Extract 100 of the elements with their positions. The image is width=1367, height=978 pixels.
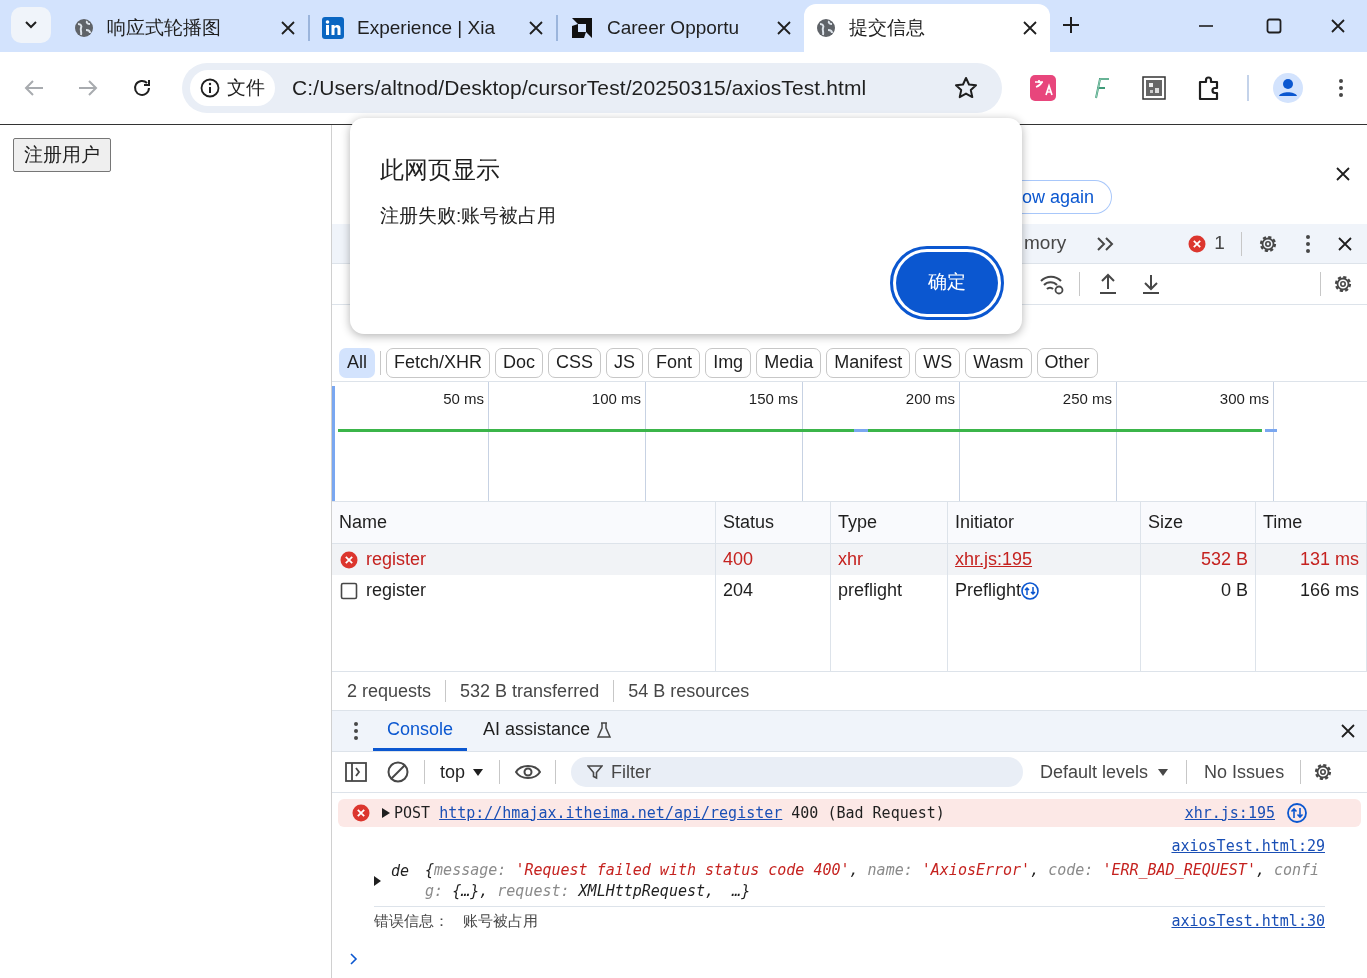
filter-chip[interactable]: Fetch/XHR: [386, 347, 491, 378]
console-prompt-icon[interactable]: [350, 952, 358, 965]
panel-tab[interactable]: mory: [1024, 229, 1067, 258]
maximize-icon[interactable]: [1266, 18, 1282, 34]
context-selector[interactable]: top: [440, 758, 484, 786]
timeline-label: 200 ms: [905, 389, 956, 406]
column-header[interactable]: Type: [831, 502, 948, 543]
tab-title: Experience | Xia: [357, 15, 496, 40]
close-icon[interactable]: [280, 20, 296, 36]
filter-chip[interactable]: CSS: [548, 347, 602, 378]
more-icon[interactable]: [1338, 78, 1344, 98]
reload-icon[interactable]: [132, 78, 152, 98]
eye-icon[interactable]: [515, 763, 542, 781]
profile-avatar-icon[interactable]: [1273, 73, 1303, 103]
table-cell-text: 532 B: [1200, 548, 1248, 571]
tab-search-button[interactable]: [11, 7, 51, 43]
site-info-button[interactable]: 文件: [190, 70, 275, 106]
table-cell-text: 400: [723, 548, 754, 571]
request-url-link[interactable]: http://hmajax.itheima.net/api/register: [439, 801, 783, 825]
filter-chip[interactable]: Media: [756, 347, 822, 378]
error-count: 1: [1214, 231, 1225, 256]
column-header[interactable]: Size: [1141, 502, 1256, 543]
object-preview: {message: 'Request failed with status code 400', name: 'AxiosError', code: 'ERR_BAD_REQUEST', config: {…}, request: XMLHttpRequest, …}: [425, 859, 1321, 902]
timeline-label: 250 ms: [1062, 389, 1113, 406]
dialog-title: 此网页显示: [380, 155, 501, 185]
table-cell-text: Preflight: [955, 579, 1022, 602]
sidebar-icon[interactable]: [345, 762, 367, 782]
column-header[interactable]: Time: [1256, 502, 1367, 543]
network-request-icon[interactable]: [1287, 803, 1307, 823]
info-icon: [200, 78, 220, 98]
issues-button[interactable]: No Issues: [1204, 758, 1285, 786]
more-icon[interactable]: [353, 721, 359, 741]
close-icon[interactable]: [528, 20, 544, 36]
filter-chip[interactable]: Font: [648, 347, 701, 378]
column-header[interactable]: Status: [716, 502, 831, 543]
error-icon: [352, 804, 370, 822]
error-icon: [340, 550, 358, 569]
browser-tab[interactable]: Career Opportu: [558, 4, 804, 52]
column-header[interactable]: Initiator: [948, 502, 1141, 543]
translate-icon[interactable]: [1030, 75, 1056, 101]
download-icon[interactable]: [1141, 273, 1161, 295]
filter-chip[interactable]: WS: [915, 347, 961, 378]
request-name[interactable]: register: [366, 546, 427, 573]
filter-icon: [587, 764, 604, 780]
error-text: 400 (Bad Request): [791, 802, 945, 824]
grid-extension-icon[interactable]: [1142, 76, 1166, 100]
new-tab-icon[interactable]: [1062, 16, 1080, 34]
filter-chip[interactable]: Img: [705, 347, 752, 378]
upload-icon[interactable]: [1098, 273, 1118, 295]
filter-field[interactable]: Filter: [571, 757, 1024, 787]
source-link[interactable]: xhr.js:195: [1184, 801, 1275, 825]
browser-tab[interactable]: Experience | Xia: [310, 4, 556, 52]
browser-tab[interactable]: 提交信息: [804, 4, 1050, 52]
more-icon[interactable]: [1304, 233, 1311, 254]
tab-title: Career Opportu: [607, 15, 740, 40]
preflight-link-icon[interactable]: [1021, 581, 1040, 600]
close-icon[interactable]: [776, 20, 792, 36]
filter-chip[interactable]: JS: [606, 347, 644, 378]
table-cell-text: xhr: [838, 548, 863, 571]
timeline-label: 300 ms: [1219, 389, 1270, 406]
request-name[interactable]: register: [366, 577, 427, 604]
filter-chip[interactable]: Wasm: [965, 347, 1032, 378]
summary-text: 54 B resources: [628, 679, 750, 703]
flask-icon: [596, 721, 613, 738]
filter-chip[interactable]: Other: [1036, 347, 1098, 378]
source-link[interactable]: axiosTest.html:29: [1171, 835, 1325, 858]
settings-icon[interactable]: [1332, 273, 1354, 295]
more-tabs-icon[interactable]: [1096, 236, 1115, 251]
clear-console-icon[interactable]: [387, 761, 409, 783]
log-levels-dropdown[interactable]: Default levels: [1040, 758, 1169, 786]
close-icon[interactable]: [1330, 18, 1346, 34]
browser-tab[interactable]: 响应式轮播图: [62, 4, 308, 52]
log-label: 错误信息：: [374, 911, 449, 933]
address-bar[interactable]: 文件 C:/Users/altnod/Desktop/cursorTest/20250315/axiosTest.html: [182, 63, 1002, 113]
drawer-tab[interactable]: AI assistance: [469, 711, 627, 751]
close-icon[interactable]: [1335, 166, 1351, 182]
tab-title: 响应式轮播图: [107, 15, 222, 40]
amd-logo-icon: [570, 16, 594, 40]
checkbox-icon: [340, 581, 358, 600]
filter-chip[interactable]: Manifest: [826, 347, 911, 378]
bookmark-star-icon[interactable]: [954, 76, 978, 100]
http-method: POST: [394, 802, 431, 824]
initiator-link[interactable]: xhr.js:195: [955, 546, 1033, 573]
close-icon[interactable]: [1340, 723, 1356, 739]
summary-text: 2 requests: [347, 679, 432, 703]
filter-chip[interactable]: Doc: [495, 347, 544, 378]
filter-chip[interactable]: All: [339, 347, 375, 378]
column-header[interactable]: Name: [332, 502, 716, 543]
timeline-label: 100 ms: [591, 389, 642, 406]
expand-arrow-icon[interactable]: [382, 808, 390, 818]
register-button[interactable]: 注册用户: [13, 138, 111, 172]
table-cell-text: 204: [723, 579, 754, 602]
close-icon[interactable]: [1022, 20, 1038, 36]
source-link[interactable]: axiosTest.html:30: [1171, 910, 1325, 933]
expand-arrow-icon[interactable]: [374, 875, 381, 886]
network-conditions-icon[interactable]: [1039, 273, 1065, 295]
close-icon[interactable]: [1336, 235, 1353, 252]
drawer-tab[interactable]: Console: [373, 711, 468, 751]
timeline-label: 50 ms: [443, 389, 485, 406]
table-cell-text: 131 ms: [1299, 548, 1359, 571]
